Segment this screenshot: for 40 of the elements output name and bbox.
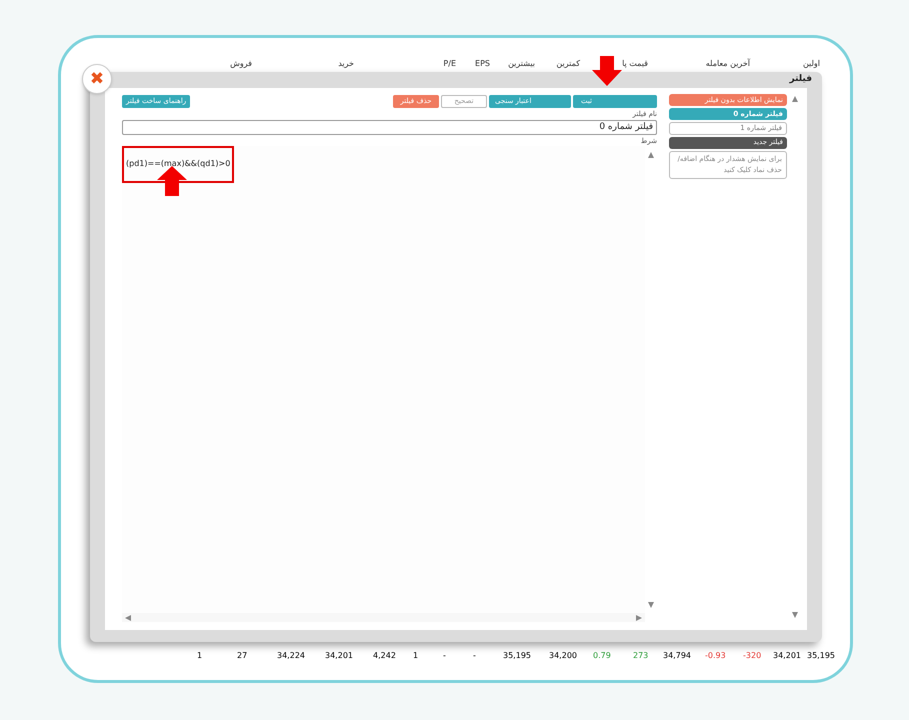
- table-cell: 4,242: [373, 651, 396, 660]
- close-button[interactable]: ✖: [82, 64, 112, 94]
- table-cell: 34,224: [277, 651, 305, 660]
- table-cell: 0.79: [593, 651, 611, 660]
- table-cell: 35,195: [807, 651, 835, 660]
- scroll-down-arrow[interactable]: [792, 612, 798, 618]
- table-cell: 1: [197, 651, 202, 660]
- table-cell: 27: [237, 651, 248, 660]
- column-header: اولین: [802, 59, 820, 68]
- column-header: فروش: [230, 59, 252, 68]
- column-header: آخرین معامله: [706, 59, 750, 68]
- column-header: EPS: [475, 59, 490, 68]
- annotation-arrow: [592, 56, 622, 86]
- scroll-up-arrow[interactable]: [648, 152, 654, 158]
- scroll-down-arrow[interactable]: [648, 602, 654, 608]
- column-header: قیمت پا: [622, 59, 648, 68]
- column-header: P/E: [443, 59, 456, 68]
- name-field[interactable]: فیلتر شماره 0: [122, 120, 657, 134]
- table-cell: 34,201: [773, 651, 801, 660]
- table-cell: 1: [413, 651, 418, 660]
- table-cell: -: [443, 651, 446, 660]
- annotation-arrow: [157, 166, 187, 196]
- scroll-left-arrow[interactable]: [125, 614, 131, 620]
- column-header: خرید: [338, 59, 354, 68]
- dialog-title: فیلتر: [789, 73, 812, 86]
- horizontal-scrollbar[interactable]: [122, 613, 645, 622]
- scroll-right-arrow[interactable]: [636, 614, 642, 620]
- table-cell: 34,201: [325, 651, 353, 660]
- condition-editor[interactable]: (pd1)==(max)&&(qd1)>0: [122, 146, 645, 622]
- scroll-up-arrow[interactable]: [792, 96, 798, 102]
- table-cell: 35,195: [503, 651, 531, 660]
- table-cell: 273: [633, 651, 648, 660]
- column-header: کمترین: [556, 59, 580, 68]
- table-cell: -: [473, 651, 476, 660]
- table-cell: 34,794: [663, 651, 691, 660]
- column-header: بیشترین: [508, 59, 535, 68]
- table-cell: -0.93: [705, 651, 726, 660]
- table-cell: -320: [743, 651, 762, 660]
- table-cell: 34,200: [549, 651, 577, 660]
- condition-text: (pd1)==(max)&&(qd1)>0: [126, 159, 230, 168]
